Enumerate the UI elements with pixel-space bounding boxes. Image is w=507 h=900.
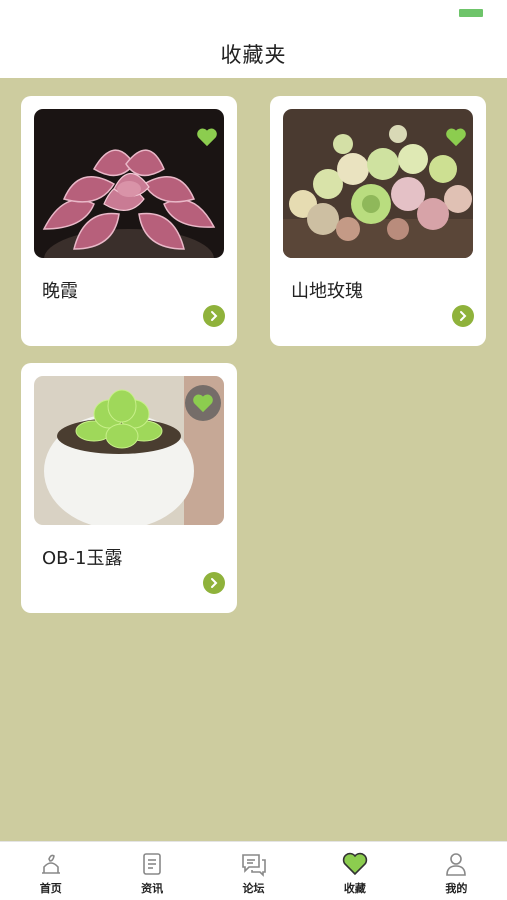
tab-label: 论坛: [242, 882, 265, 895]
chevron-right-icon[interactable]: [203, 305, 225, 327]
tab-news[interactable]: 资讯: [101, 842, 202, 900]
heart-icon[interactable]: [185, 385, 221, 421]
heart-icon[interactable]: [444, 126, 468, 148]
chevron-right-icon[interactable]: [452, 305, 474, 327]
tab-label: 收藏: [343, 882, 366, 895]
status-bar: [0, 0, 507, 30]
favorite-card[interactable]: 山地玫瑰: [270, 96, 486, 346]
page-title: 收藏夹: [220, 43, 287, 67]
tab-label: 我的: [445, 882, 468, 895]
tab-favorites[interactable]: 收藏: [304, 842, 405, 900]
tab-bar: 首页 资讯 论坛 收藏 我的: [0, 841, 507, 900]
news-icon: [138, 850, 166, 878]
forum-icon: [240, 850, 268, 878]
nav-header: 收藏夹: [0, 30, 507, 78]
favorite-card[interactable]: 晚霞: [21, 96, 237, 346]
favorite-card[interactable]: OB-1玉露: [21, 363, 237, 613]
plant-name: 晚霞: [42, 281, 78, 302]
profile-icon: [442, 850, 470, 878]
home-icon: [37, 850, 65, 878]
battery-icon: [459, 9, 483, 17]
tab-label: 首页: [39, 882, 62, 895]
tab-forum[interactable]: 论坛: [203, 842, 304, 900]
chevron-right-icon[interactable]: [203, 572, 225, 594]
favorites-list: 晚霞 山地玫瑰 OB-1玉露: [0, 78, 507, 841]
tab-label: 资讯: [141, 882, 164, 895]
plant-name: 山地玫瑰: [291, 281, 363, 302]
tab-profile[interactable]: 我的: [406, 842, 507, 900]
tab-home[interactable]: 首页: [0, 842, 101, 900]
heart-icon[interactable]: [195, 126, 219, 148]
heart-icon: [341, 850, 369, 878]
plant-name: OB-1玉露: [42, 548, 123, 569]
